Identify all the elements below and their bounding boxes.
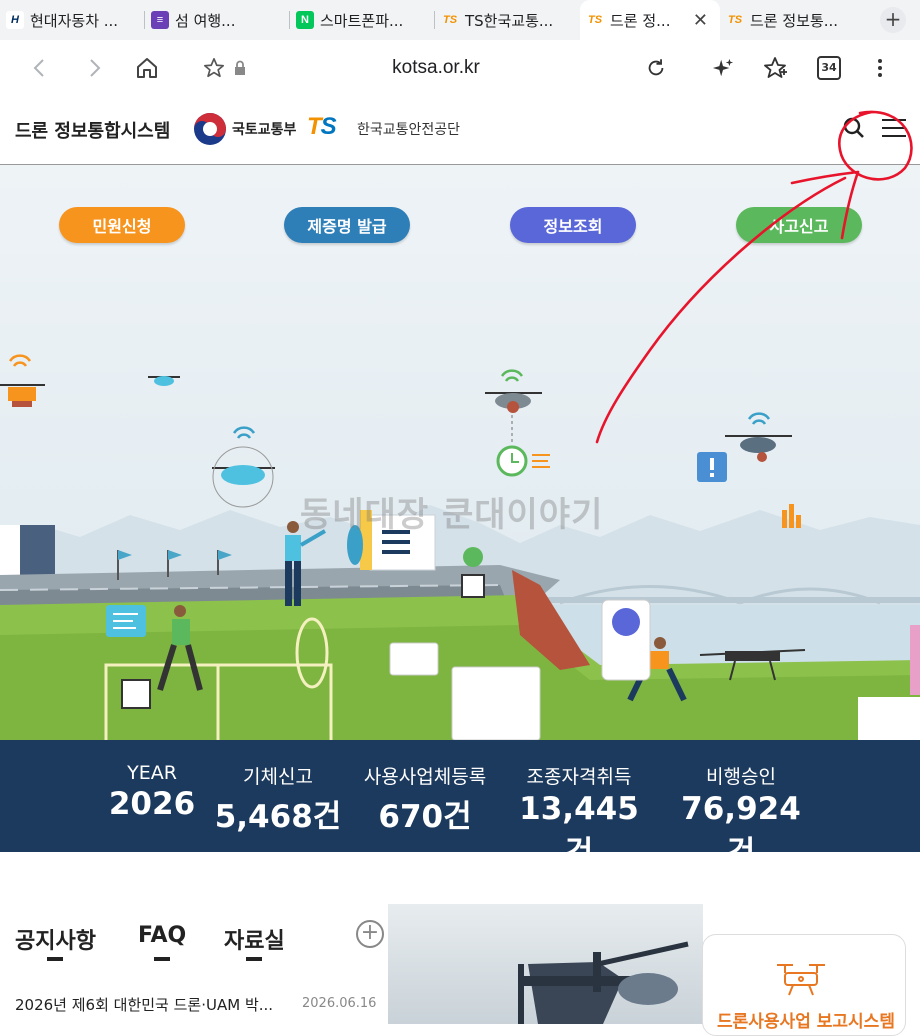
tab-title: 현대자동차 ... <box>30 11 119 30</box>
naver-icon: N <box>296 11 314 29</box>
site-title[interactable]: 드론 정보통합시스템 <box>15 117 170 143</box>
more-plus-icon[interactable]: + <box>356 920 384 948</box>
hero-illustration <box>0 354 920 740</box>
stat-year: YEAR 2026 <box>100 762 204 822</box>
tab-title: 드론 정보통... <box>750 11 839 30</box>
forward-icon[interactable] <box>80 54 108 82</box>
stat-aircraft-reports: 기체신고 5,468건 <box>214 762 342 836</box>
stats-bar: YEAR 2026 기체신고 5,468건 사용사업체등록 670건 조종자격취… <box>0 740 920 871</box>
close-tab-icon[interactable]: ✕ <box>687 10 714 31</box>
hyundai-icon: H <box>6 11 24 29</box>
stat-value: 670건 <box>378 799 472 835</box>
search-icon[interactable] <box>842 116 866 144</box>
stat-value: 2026 <box>108 786 196 822</box>
home-icon[interactable] <box>133 54 161 82</box>
notice-item-date: 2026.06.16 <box>302 996 377 1011</box>
info-lookup-button[interactable]: 정보조회 <box>510 207 636 243</box>
notice-item-title[interactable]: 2026년 제6회 대한민국 드론·UAM 박... <box>15 994 273 1015</box>
tab-title: TS한국교통... <box>465 11 554 30</box>
browser-tab-active[interactable]: TS 드론 정... ✕ <box>580 0 720 40</box>
kotsa-label: 한국교통안전공단 <box>357 122 461 138</box>
certificate-issue-button[interactable]: 제증명 발급 <box>284 207 410 243</box>
browser-tab[interactable]: TS TS한국교통... <box>435 0 580 40</box>
site-header: 드론 정보통합시스템 국토교통부 TS 한국교통안전공단 <box>0 96 920 165</box>
board-section: 공지사항 FAQ 자료실 + 2026년 제6회 대한민국 드론·UAM 박..… <box>0 852 920 1036</box>
report-system-title: 드론사용사업 보고시스템 <box>717 1012 895 1032</box>
tab-count-button[interactable]: 34 <box>815 54 843 82</box>
promo-banner[interactable] <box>388 904 703 1024</box>
ts-icon: TS <box>727 14 743 26</box>
browser-tab[interactable]: ≡ 섬 여행... <box>145 0 290 40</box>
tab-resources[interactable]: 자료실 <box>224 923 285 961</box>
ai-sparkle-icon[interactable] <box>709 54 737 82</box>
watermark-text: 동네대장 쿤대이야기 <box>300 495 604 535</box>
ts-logo: TS <box>307 113 337 140</box>
browser-tab[interactable]: H 현대자동차 ... <box>0 0 145 40</box>
report-system-card[interactable]: 드론사용사업 보고시스템 <box>702 934 906 1036</box>
url-text: kotsa.or.kr <box>392 57 480 78</box>
new-tab-button[interactable]: + <box>880 7 906 33</box>
government-emblem-icon <box>194 113 226 145</box>
browser-toolbar: kotsa.or.kr 34 <box>0 40 920 96</box>
tab-notice[interactable]: 공지사항 <box>15 923 96 961</box>
address-bar[interactable]: kotsa.or.kr <box>188 48 684 88</box>
ts-icon: TS <box>442 14 458 26</box>
favorites-icon[interactable] <box>762 54 790 82</box>
stat-label: 사용사업체등록 <box>363 766 487 788</box>
tab-title: 드론 정... <box>610 11 671 30</box>
list-icon: ≡ <box>151 11 169 29</box>
accident-report-button[interactable]: 사고신고 <box>736 207 862 243</box>
hamburger-menu-icon[interactable] <box>881 118 907 142</box>
drone-photo <box>518 941 689 1024</box>
drone-icon <box>777 964 825 996</box>
more-menu-icon[interactable] <box>866 54 894 82</box>
tab-faq[interactable]: FAQ <box>138 923 186 961</box>
browser-tab[interactable]: N 스마트폰파... <box>290 0 435 40</box>
browser-tab[interactable]: TS 드론 정보통... <box>720 0 860 40</box>
stat-business-registration: 사용사업체등록 670건 <box>360 762 490 836</box>
hero-banner: 민원신청 제증명 발급 정보조회 사고신고 동네대장 쿤대이야기 <box>0 165 920 740</box>
civil-application-button[interactable]: 민원신청 <box>59 207 185 243</box>
stat-label: 기체신고 <box>243 766 313 788</box>
stat-label: 조종자격취득 <box>526 766 632 788</box>
stat-label: 비행승인 <box>706 766 776 788</box>
drone-illustration <box>212 446 275 508</box>
stat-label: YEAR <box>127 762 177 784</box>
stat-value: 5,468건 <box>214 799 342 835</box>
ts-icon: TS <box>587 14 603 26</box>
tab-strip: H 현대자동차 ... ≡ 섬 여행... N 스마트폰파... TS TS한국… <box>0 0 920 40</box>
reload-icon[interactable] <box>642 54 670 82</box>
back-icon[interactable] <box>26 54 54 82</box>
tab-title: 스마트폰파... <box>320 11 404 30</box>
tab-title: 섬 여행... <box>175 11 236 30</box>
molit-label: 국토교통부 <box>232 122 297 138</box>
